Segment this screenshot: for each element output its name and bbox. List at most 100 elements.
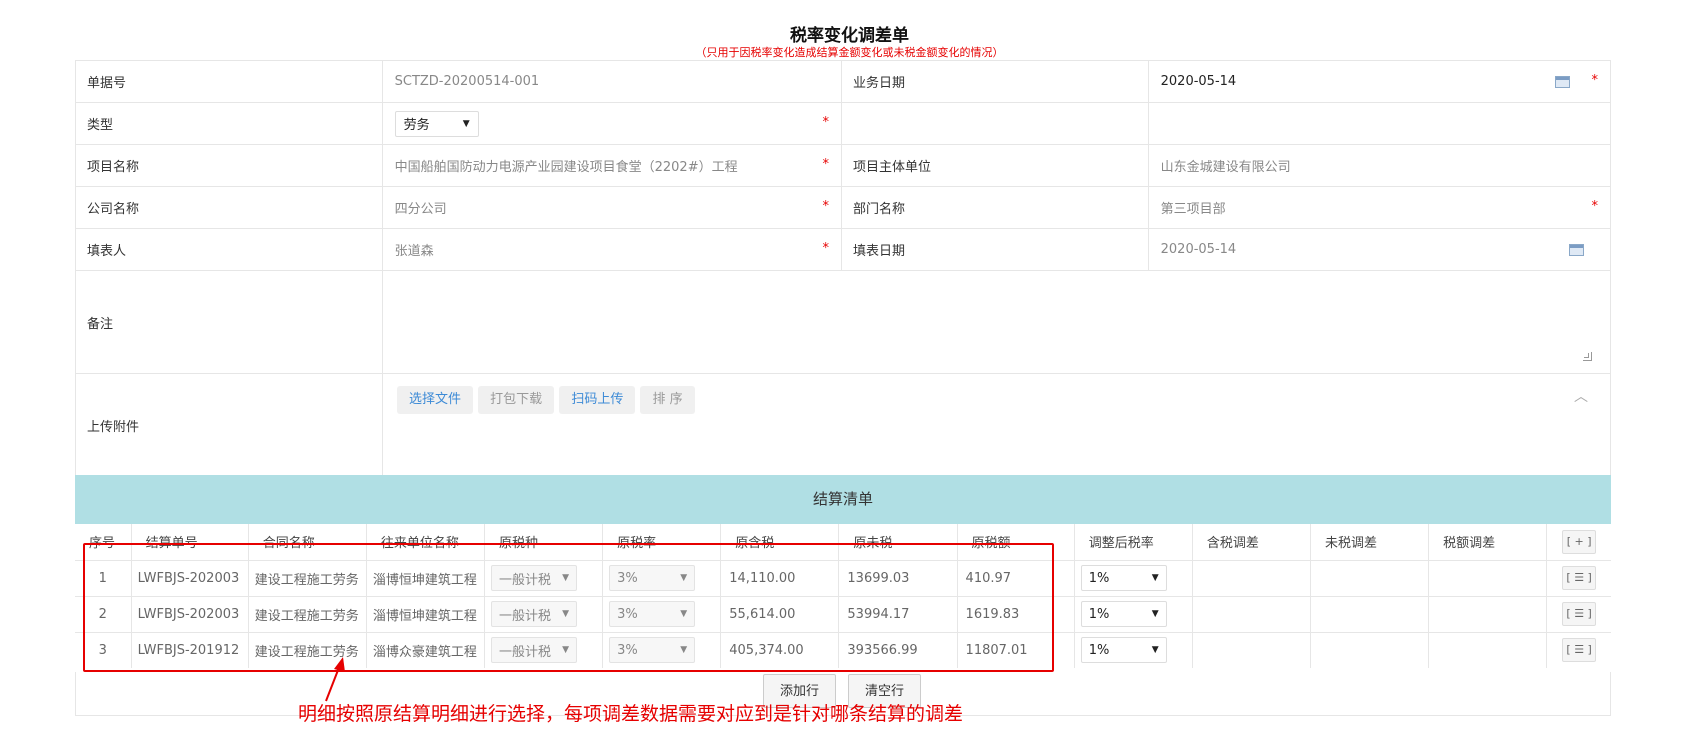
- remark-textarea[interactable]: [383, 271, 1610, 373]
- choose-file-button[interactable]: 选择文件: [397, 386, 474, 414]
- project-name-field[interactable]: 中国船舶国防动力电源产业园建设项目食堂（2202#）工程 *: [383, 145, 843, 186]
- tax-type-select[interactable]: 一般计税 ▼: [490, 565, 577, 591]
- incl-tax-cell: 405,374.00: [720, 632, 840, 668]
- tax-type-select[interactable]: 一般计税 ▼: [490, 637, 577, 664]
- column-header: 往来单位名称: [366, 524, 485, 561]
- chevron-down-icon: ▼: [1151, 573, 1159, 583]
- chevron-down-icon: ▼: [562, 573, 569, 583]
- required-mark: *: [822, 115, 830, 130]
- form-row-upload: 上传附件 选择文件 打包下载 扫码上传 排 序 ︿: [76, 374, 1610, 477]
- tax-rate-select[interactable]: 3% ▼: [609, 601, 696, 627]
- type-select[interactable]: 劳务 ▼: [394, 110, 479, 137]
- page-subtitle: （只用于因税率变化造成结算金额变化或未税金额变化的情况）: [695, 46, 1004, 59]
- new-rate-value: 1%: [1088, 642, 1110, 658]
- form-row-company: 公司名称 四分公司 * 部门名称 第三项目部 *: [76, 187, 1610, 229]
- column-header: 序号: [75, 524, 132, 561]
- form-row-project: 项目名称 中国船舶国防动力电源产业园建设项目食堂（2202#）工程 * 项目主体…: [76, 145, 1610, 187]
- table-row: 3 LWFBJS-201912 建设工程施工劳务 淄博众豪建筑工程 一般计税 ▼ …: [75, 632, 1611, 668]
- page-title: 税率变化调差单: [790, 26, 909, 46]
- column-header: 含税调差: [1192, 524, 1311, 561]
- tax-amt-diff-cell[interactable]: [1428, 632, 1548, 668]
- column-header: 合同名称: [248, 524, 367, 561]
- doc-no-value: SCTZD-20200514-001: [394, 74, 540, 89]
- incl-tax-diff-cell[interactable]: [1192, 632, 1311, 668]
- filler-field[interactable]: 张道森 *: [383, 229, 843, 270]
- tax-rate-value: 3%: [617, 606, 638, 622]
- row-no: 3: [75, 632, 132, 668]
- project-owner-label: 项目主体单位: [842, 145, 1149, 186]
- new-rate-value: 1%: [1088, 606, 1110, 622]
- settle-no-cell[interactable]: LWFBJS-202003: [131, 596, 249, 633]
- table-row: 2 LWFBJS-202003 建设工程施工劳务 淄博恒坤建筑工程 一般计税 ▼ …: [75, 596, 1611, 633]
- tax-type-value: 一般计税: [498, 608, 551, 624]
- company-field[interactable]: 四分公司 *: [383, 187, 843, 228]
- sort-button[interactable]: 排 序: [640, 386, 695, 414]
- contract-cell: 建设工程施工劳务: [248, 560, 367, 597]
- new-rate-select[interactable]: 1% ▼: [1080, 601, 1167, 627]
- incl-tax-diff-cell[interactable]: [1192, 596, 1311, 633]
- tax-rate-cell: 3% ▼: [602, 632, 722, 668]
- required-mark: *: [822, 157, 830, 172]
- project-owner-value: 山东金城建设有限公司: [1160, 160, 1291, 175]
- tax-type-cell: 一般计税 ▼: [484, 596, 604, 633]
- excl-tax-diff-cell[interactable]: [1310, 596, 1430, 633]
- row-no: 2: [75, 596, 132, 633]
- dept-field[interactable]: 第三项目部 *: [1149, 187, 1610, 228]
- project-name-value: 中国船舶国防动力电源产业园建设项目食堂（2202#）工程: [394, 160, 738, 175]
- tax-amt-diff-cell[interactable]: [1428, 596, 1548, 633]
- calendar-icon[interactable]: [1569, 244, 1585, 256]
- tax-rate-select[interactable]: 3% ▼: [609, 637, 696, 664]
- pack-download-button[interactable]: 打包下载: [478, 386, 555, 414]
- column-header: 税额调差: [1428, 524, 1548, 561]
- table-row: 1 LWFBJS-202003 建设工程施工劳务 淄博恒坤建筑工程 一般计税 ▼ …: [75, 560, 1611, 597]
- partner-cell: 淄博恒坤建筑工程: [366, 596, 485, 633]
- tax-amt-cell: 410.97: [957, 560, 1075, 597]
- tax-type-cell: 一般计税 ▼: [484, 632, 604, 668]
- row-menu-icon[interactable]: [ ☰ ]: [1562, 602, 1597, 626]
- new-rate-select[interactable]: 1% ▼: [1080, 565, 1167, 591]
- biz-date-field[interactable]: 2020-05-14 *: [1149, 61, 1610, 102]
- type-label: 类型: [76, 103, 383, 144]
- tax-type-value: 一般计税: [498, 644, 551, 660]
- excl-tax-diff-cell[interactable]: [1310, 560, 1430, 597]
- tax-amt-diff-cell[interactable]: [1428, 560, 1548, 597]
- tax-amt-cell: 11807.01: [957, 632, 1075, 668]
- tax-rate-select[interactable]: 3% ▼: [609, 565, 696, 591]
- biz-date-label: 业务日期: [842, 61, 1149, 102]
- scan-upload-button[interactable]: 扫码上传: [559, 386, 636, 414]
- tax-rate-value: 3%: [617, 642, 638, 658]
- column-header: 原税额: [957, 524, 1075, 561]
- project-owner-field: 山东金城建设有限公司: [1149, 145, 1610, 186]
- calendar-icon[interactable]: [1555, 76, 1571, 88]
- fill-date-field[interactable]: 2020-05-14: [1149, 229, 1610, 270]
- type-field: 劳务 ▼ *: [383, 103, 843, 144]
- add-row-icon[interactable]: [ + ]: [1562, 529, 1597, 554]
- form-row-remark: 备注: [76, 271, 1610, 374]
- chevron-up-icon[interactable]: ︿: [1574, 386, 1588, 406]
- project-name-label: 项目名称: [76, 145, 383, 186]
- chevron-down-icon: ▼: [1151, 609, 1159, 619]
- column-header: 未税调差: [1310, 524, 1430, 561]
- settle-no-cell[interactable]: LWFBJS-201912: [131, 632, 249, 668]
- column-header: 原税种: [484, 524, 604, 561]
- tax-amt-cell: 1619.83: [957, 596, 1075, 633]
- required-mark: *: [1591, 73, 1599, 88]
- resize-handle-icon[interactable]: [1583, 352, 1592, 361]
- excl-tax-diff-cell[interactable]: [1310, 632, 1430, 668]
- tax-type-select[interactable]: 一般计税 ▼: [490, 601, 577, 627]
- tax-type-cell: 一般计税 ▼: [484, 560, 604, 597]
- row-menu-icon[interactable]: [ ☰ ]: [1562, 638, 1597, 663]
- company-value: 四分公司: [394, 202, 447, 217]
- empty-label: [842, 103, 1149, 144]
- new-rate-select[interactable]: 1% ▼: [1080, 637, 1167, 664]
- incl-tax-diff-cell[interactable]: [1192, 560, 1311, 597]
- row-menu-icon[interactable]: [ ☰ ]: [1562, 566, 1597, 590]
- row-no: 1: [75, 560, 132, 597]
- column-header: 调整后税率: [1074, 524, 1193, 561]
- tax-rate-cell: 3% ▼: [602, 596, 722, 633]
- row-menu-cell: [ ☰ ]: [1546, 596, 1611, 633]
- settle-no-cell[interactable]: LWFBJS-202003: [131, 560, 249, 597]
- dept-value: 第三项目部: [1160, 202, 1226, 217]
- fill-date-value: 2020-05-14: [1160, 242, 1237, 257]
- required-mark: *: [822, 199, 830, 214]
